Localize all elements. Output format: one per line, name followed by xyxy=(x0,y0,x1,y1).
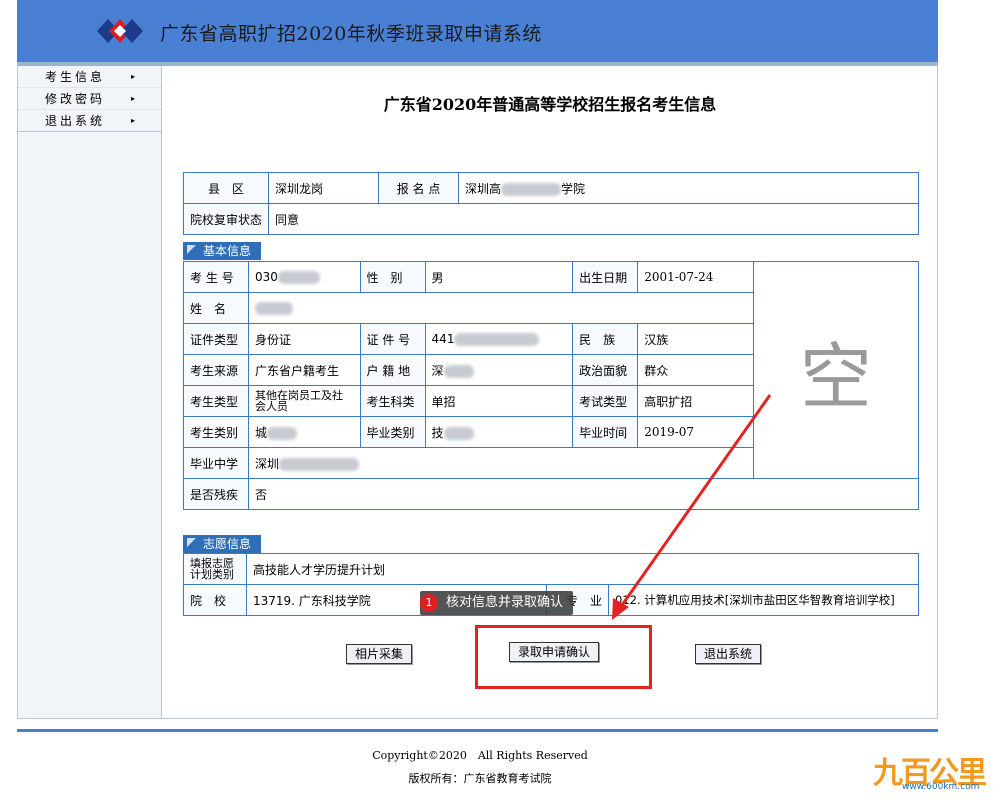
grad-time-value: 2019-07 xyxy=(637,416,754,448)
exam-type-label: 考试类型 xyxy=(572,385,639,417)
footer-divider xyxy=(17,729,938,732)
site-label: 报 名 点 xyxy=(378,172,460,204)
exit-system-button[interactable]: 退出系统 xyxy=(695,644,762,664)
review-status-value: 同意 xyxy=(268,203,919,235)
sidebar-item-logout[interactable]: 退出系统 ▸ xyxy=(18,110,161,132)
ethnic-value: 汉族 xyxy=(637,323,754,355)
basic-info-table: 考 生 号 030 性 别 男 出生日期 2001-07-24 空 姓 名 证件… xyxy=(182,261,920,510)
redacted-block xyxy=(279,457,360,471)
section-tag-basic: 基本信息 xyxy=(183,242,262,260)
redacted-block xyxy=(443,426,474,440)
hukou-label: 户 籍 地 xyxy=(359,354,426,386)
source-label: 考生来源 xyxy=(182,354,250,386)
highlight-box xyxy=(475,625,652,689)
section-tag-wish: 志愿信息 xyxy=(183,535,262,553)
source-value: 广东省户籍考生 xyxy=(248,354,361,386)
hukou-value: 深 xyxy=(424,354,574,386)
hint-text: 核对信息并录取确认 xyxy=(446,595,564,610)
step-number-badge: 1 xyxy=(420,594,438,612)
type-value: 其他在岗员工及社会人员 xyxy=(248,385,361,417)
sidebar-item-label: 修改密码 xyxy=(45,92,106,106)
category-value: 城 xyxy=(248,416,361,448)
page-title: 广东省2020年普通高等学校招生报名考生信息 xyxy=(383,95,717,114)
review-status-label: 院校复审状态 xyxy=(182,203,270,235)
disabled-value: 否 xyxy=(248,478,919,510)
name-value xyxy=(248,292,754,324)
birth-value: 2001-07-24 xyxy=(637,261,754,293)
birth-label: 出生日期 xyxy=(572,261,639,293)
exam-no-value: 030 xyxy=(248,261,361,293)
photo-placeholder: 空 xyxy=(752,261,920,479)
id-type-label: 证件类型 xyxy=(182,323,250,355)
redacted-block xyxy=(255,302,294,315)
copyright-text: Copyright©2020 All Rights Reserved xyxy=(372,749,588,762)
registration-table: 县 区 深圳龙岗 报 名 点 深圳高 学院 院校复审状态 同意 xyxy=(182,172,919,235)
sidebar-item-label: 退出系统 xyxy=(45,114,106,128)
gender-label: 性 别 xyxy=(359,261,426,293)
disabled-label: 是否残疾 xyxy=(182,478,250,510)
id-type-value: 身份证 xyxy=(248,323,361,355)
redacted-block xyxy=(454,333,540,346)
site-value: 深圳高 学院 xyxy=(458,172,919,204)
chevron-right-icon: ▸ xyxy=(131,94,136,103)
chevron-right-icon: ▸ xyxy=(131,116,136,125)
chevron-right-icon: ▸ xyxy=(131,72,136,81)
diamond-logo-icon xyxy=(97,19,143,43)
plan-label: 填报志愿计划类别 xyxy=(183,553,247,585)
category-label: 考生类别 xyxy=(182,416,250,448)
main-frame: 考生信息 ▸ 修改密码 ▸ 退出系统 ▸ 广东省2020年普通高等学校招生报名考… xyxy=(17,62,938,719)
sidebar: 考生信息 ▸ 修改密码 ▸ 退出系统 ▸ xyxy=(18,66,162,718)
sidebar-item-student-info[interactable]: 考生信息 ▸ xyxy=(18,66,161,88)
grad-type-value: 技 xyxy=(424,416,574,448)
redacted-block xyxy=(443,364,474,378)
footer-owner-text: 版权所有：广东省教育考试院 xyxy=(408,772,552,785)
gender-value: 男 xyxy=(424,261,574,293)
major-value: 012. 计算机应用技术[深圳市盐田区华智教育培训学校] xyxy=(608,584,919,616)
school-label: 毕业中学 xyxy=(182,447,250,479)
college-label: 院 校 xyxy=(183,584,247,616)
redacted-block xyxy=(277,271,320,284)
exam-type-value: 高职扩招 xyxy=(637,385,754,417)
county-label: 县 区 xyxy=(182,172,270,204)
exam-no-label: 考 生 号 xyxy=(182,261,250,293)
ethnic-label: 民 族 xyxy=(572,323,639,355)
redacted-block xyxy=(267,426,298,440)
watermark-url: www.600km.com xyxy=(902,782,980,792)
sidebar-item-label: 考生信息 xyxy=(45,70,106,84)
grad-type-label: 毕业类别 xyxy=(359,416,426,448)
content-area: 广东省2020年普通高等学校招生报名考生信息 县 区 深圳龙岗 报 名 点 深圳… xyxy=(163,66,937,718)
app-header: 广东省高职扩招2020年秋季班录取申请系统 xyxy=(17,0,938,62)
county-value: 深圳龙岗 xyxy=(268,172,380,204)
app-title: 广东省高职扩招2020年秋季班录取申请系统 xyxy=(160,23,542,45)
name-label: 姓 名 xyxy=(182,292,250,324)
political-value: 群众 xyxy=(637,354,754,386)
school-value: 深圳 xyxy=(248,447,754,479)
sidebar-item-change-password[interactable]: 修改密码 ▸ xyxy=(18,88,161,110)
id-no-label: 证 件 号 xyxy=(359,323,426,355)
id-no-value: 441 xyxy=(424,323,574,355)
subject-value: 单招 xyxy=(424,385,574,417)
hint-callout: 1 核对信息并录取确认 xyxy=(420,591,574,615)
photo-capture-button[interactable]: 相片采集 xyxy=(346,644,413,664)
grad-time-label: 毕业时间 xyxy=(572,416,639,448)
redacted-block xyxy=(501,182,562,196)
subject-label: 考生科类 xyxy=(359,385,426,417)
plan-value: 高技能人才学历提升计划 xyxy=(246,553,919,585)
political-label: 政治面貌 xyxy=(572,354,639,386)
type-label: 考生类型 xyxy=(182,385,250,417)
